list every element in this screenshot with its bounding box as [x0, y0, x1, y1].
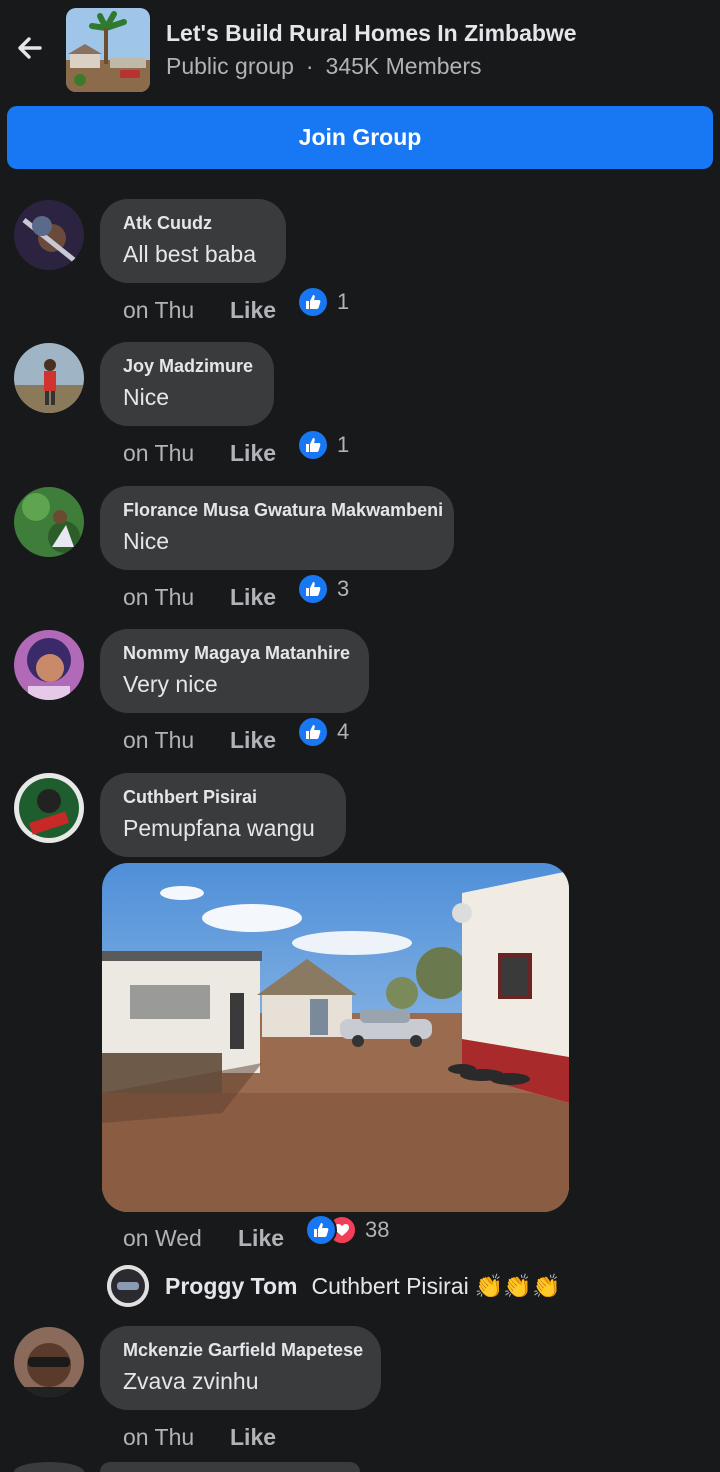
reaction-count: 3 [337, 576, 350, 601]
reply-item[interactable]: Proggy Tom Cuthbert Pisirai 👏👏👏 [107, 1264, 561, 1308]
comment-time[interactable]: on Thu [123, 440, 194, 466]
separator-dot: · [305, 53, 314, 79]
back-arrow-icon[interactable] [14, 32, 46, 64]
reaction-summary[interactable]: 3 [297, 572, 349, 606]
avatar[interactable] [14, 1327, 84, 1397]
clapping-hands-icon: 👏👏👏 [474, 1272, 561, 1299]
comment-actions: on Thu Like [123, 440, 276, 467]
avatar[interactable] [14, 630, 84, 700]
thumbs-up-icon [297, 429, 329, 461]
comment-time[interactable]: on Thu [123, 297, 194, 323]
reply-author[interactable]: Proggy Tom [165, 1273, 297, 1300]
comment-actions: on Thu Like [123, 727, 276, 754]
avatar[interactable] [14, 487, 84, 557]
comment-author[interactable]: Nommy Magaya Matanhire [123, 643, 350, 664]
comment-actions: on Thu Like [123, 1424, 276, 1451]
reaction-count: 4 [337, 719, 350, 744]
comment-time[interactable]: on Thu [123, 727, 194, 753]
comment-author[interactable]: Joy Madzimure [123, 356, 253, 377]
comment-actions: on Wed Like [123, 1225, 284, 1252]
comment-actions: on Thu Like [123, 297, 276, 324]
reply-text: Cuthbert Pisirai [311, 1272, 469, 1299]
comment-text: All best baba [123, 241, 256, 267]
group-privacy: Public group [166, 53, 294, 79]
comment-text: Very nice [123, 671, 218, 697]
comment-bubble[interactable] [100, 1462, 360, 1472]
like-button[interactable]: Like [230, 440, 276, 467]
comment-time[interactable]: on Thu [123, 1424, 194, 1450]
avatar[interactable] [107, 1265, 149, 1307]
reaction-summary[interactable]: 38 [305, 1213, 389, 1247]
comment-bubble[interactable]: Nommy Magaya Matanhire Very nice [100, 629, 369, 713]
comment-text: Zvava zvinhu [123, 1368, 259, 1394]
comment-bubble[interactable]: Atk Cuudz All best baba [100, 199, 286, 283]
comment-author[interactable]: Cuthbert Pisirai [123, 787, 324, 808]
thumbs-up-icon [297, 573, 329, 605]
reaction-count: 1 [337, 432, 350, 457]
group-cover-thumbnail[interactable] [66, 8, 150, 92]
comment-bubble[interactable]: Mckenzie Garfield Mapetese Zvava zvinhu [100, 1326, 381, 1410]
comment-bubble[interactable]: Florance Musa Gwatura Makwambeni Nice [100, 486, 454, 570]
reaction-count: 1 [337, 289, 350, 314]
comment-author[interactable]: Mckenzie Garfield Mapetese [123, 1340, 363, 1361]
join-group-button[interactable]: Join Group [7, 106, 713, 169]
like-button[interactable]: Like [238, 1225, 284, 1252]
comment-author[interactable]: Florance Musa Gwatura Makwambeni [123, 500, 443, 521]
comment-bubble[interactable]: Joy Madzimure Nice [100, 342, 274, 426]
like-button[interactable]: Like [230, 584, 276, 611]
group-meta: Public group · 345K Members [166, 53, 482, 80]
comment-author[interactable]: Atk Cuudz [123, 213, 264, 234]
like-button[interactable]: Like [230, 297, 276, 324]
thumbs-up-icon [297, 286, 329, 318]
thumbs-up-icon [297, 716, 329, 748]
reaction-summary[interactable]: 4 [297, 715, 349, 749]
avatar[interactable] [14, 343, 84, 413]
group-header: Let's Build Rural Homes In Zimbabwe Publ… [0, 0, 720, 100]
reaction-count: 38 [365, 1217, 390, 1242]
comment-actions: on Thu Like [123, 584, 276, 611]
like-button[interactable]: Like [230, 1424, 276, 1451]
comment-text: Nice [123, 528, 170, 554]
group-members[interactable]: 345K Members [326, 53, 482, 79]
avatar[interactable] [14, 773, 84, 843]
group-title[interactable]: Let's Build Rural Homes In Zimbabwe [166, 20, 577, 47]
comment-time[interactable]: on Wed [123, 1225, 202, 1251]
thumbs-up-icon [305, 1214, 337, 1246]
like-button[interactable]: Like [230, 727, 276, 754]
reaction-summary[interactable]: 1 [297, 285, 349, 319]
avatar[interactable] [14, 200, 84, 270]
comment-text: Pemupfana wangu [123, 815, 315, 841]
comment-text: Nice [123, 384, 170, 410]
comment-photo[interactable] [102, 863, 569, 1212]
avatar[interactable] [14, 1462, 84, 1472]
comment-bubble[interactable]: Cuthbert Pisirai Pemupfana wangu [100, 773, 346, 857]
comment-time[interactable]: on Thu [123, 584, 194, 610]
reaction-summary[interactable]: 1 [297, 428, 349, 462]
